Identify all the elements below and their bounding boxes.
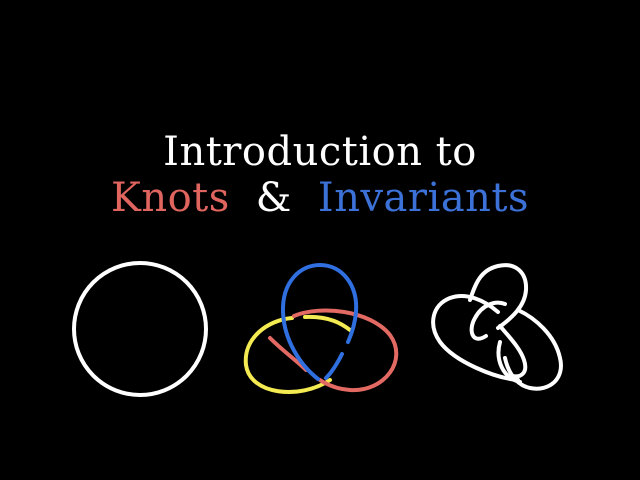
figure-eight-strand-cross xyxy=(469,300,507,341)
figure-eight-strand-top xyxy=(468,263,529,330)
trefoil-yellow-strand-2 xyxy=(303,314,352,332)
knot-figures xyxy=(72,261,563,397)
slide: Introduction to Knots & Invariants xyxy=(0,0,640,480)
unknot-circle xyxy=(72,261,208,397)
trefoil-knot xyxy=(243,263,399,394)
trefoil-red-strand xyxy=(292,308,399,393)
unknot-circle-stroke xyxy=(72,261,208,397)
figure-eight-knot xyxy=(431,263,563,391)
trefoil-blue-strand xyxy=(280,263,359,381)
trefoil-blue-strand-2 xyxy=(324,352,344,380)
